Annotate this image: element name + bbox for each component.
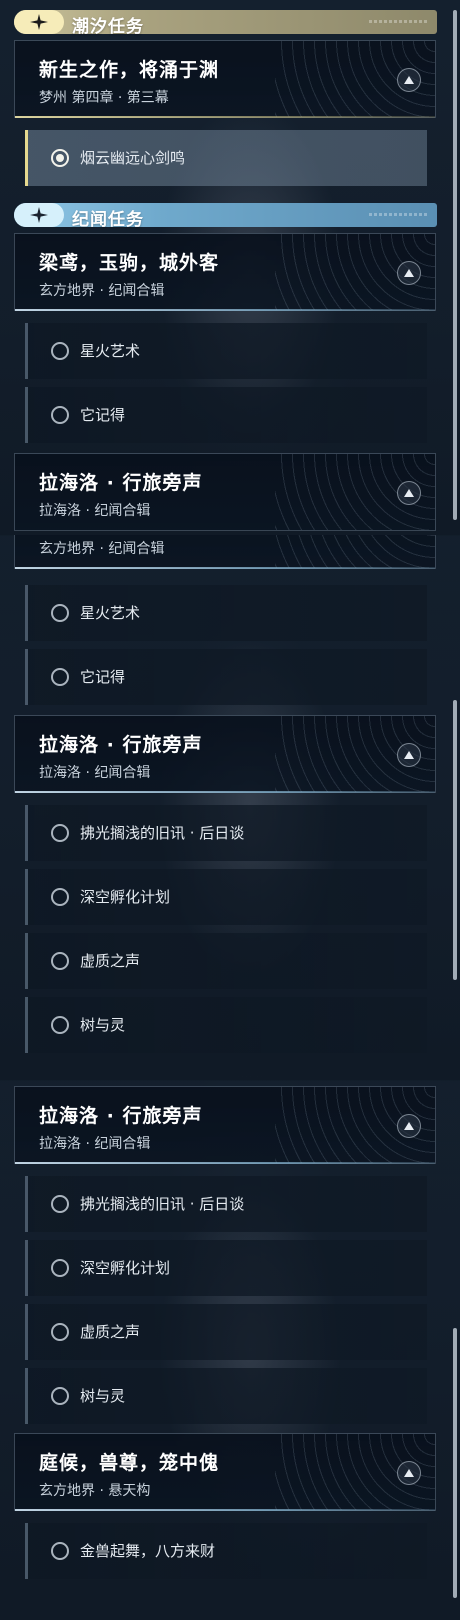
radio-circle-icon: [51, 1542, 69, 1560]
radio-circle-icon: [51, 888, 69, 906]
tide-quest-section-header: 潮汐任务: [14, 10, 437, 37]
sub-quest-label: 拂光搁浅的旧讯 · 后日谈: [80, 1195, 245, 1213]
collapse-button[interactable]: [397, 743, 421, 767]
quest-subtitle: 梦州 第四章 · 第三幕: [39, 90, 169, 106]
sub-quest-label: 树与灵: [80, 1016, 126, 1034]
section-title: 潮汐任务: [72, 17, 144, 37]
quest-title: 梁鸢，玉驹，城外客: [39, 252, 220, 274]
sub-quest-item[interactable]: 深空孵化计划: [25, 869, 427, 925]
quest-title: 拉海洛 · 行旅旁声: [39, 1105, 203, 1127]
sub-quest-item[interactable]: 它记得: [25, 649, 427, 705]
sub-quest-item[interactable]: 金兽起舞，八方来财: [25, 1523, 427, 1579]
quest-list-panel-1: 潮汐任务 新生之作，将涌于渊 梦州 第四章 · 第三幕 烟云幽远心剑鸣 纪闻任务…: [0, 0, 460, 535]
sub-quest-label: 深空孵化计划: [80, 888, 171, 906]
sub-quest-item[interactable]: 星火艺术: [25, 585, 427, 641]
quest-list-panel-3: 拉海洛 · 行旅旁声 拉海洛 · 纪闻合辑 拂光搁浅的旧讯 · 后日谈 深空孵化…: [0, 1080, 460, 1620]
sub-quest-item[interactable]: 虚质之声: [25, 933, 427, 989]
radio-circle-icon: [51, 604, 69, 622]
quest-title: 庭候，兽尊，笼中傀: [39, 1452, 220, 1474]
quest-title: 拉海洛 · 行旅旁声: [39, 472, 203, 494]
sub-quest-label: 星火艺术: [80, 342, 141, 360]
sub-quest-item[interactable]: 深空孵化计划: [25, 1240, 427, 1296]
quest-title: 拉海洛 · 行旅旁声: [39, 734, 203, 756]
radio-circle-icon: [51, 1195, 69, 1213]
quest-subtitle: 玄方地界 · 纪闻合辑: [39, 541, 165, 557]
section-title: 纪闻任务: [72, 210, 144, 230]
sub-quest-item[interactable]: 星火艺术: [25, 323, 427, 379]
sub-quest-label: 星火艺术: [80, 604, 141, 622]
quest-subtitle: 玄方地界 · 纪闻合辑: [39, 283, 165, 299]
collapse-button[interactable]: [397, 68, 421, 92]
quest-title: 新生之作，将涌于渊: [39, 59, 220, 81]
lore-quest-section-header: 纪闻任务: [14, 203, 437, 230]
sub-quest-label: 树与灵: [80, 1387, 126, 1405]
collapse-button[interactable]: [397, 481, 421, 505]
triangle-up-icon: [404, 269, 414, 277]
sub-quest-label: 它记得: [80, 406, 126, 424]
sub-quest-label: 深空孵化计划: [80, 1259, 171, 1277]
radio-selected-icon: [51, 149, 69, 167]
quest-card-lahailuo[interactable]: 拉海洛 · 行旅旁声 拉海洛 · 纪闻合辑: [14, 715, 436, 793]
triangle-up-icon: [404, 1469, 414, 1477]
quest-list-panel-2: 玄方地界 · 纪闻合辑 星火艺术 它记得 拉海洛 · 行旅旁声 拉海洛 · 纪闻…: [0, 535, 460, 1080]
quest-card-tide[interactable]: 新生之作，将涌于渊 梦州 第四章 · 第三幕: [14, 40, 436, 118]
quest-subtitle: 拉海洛 · 纪闻合辑: [39, 503, 151, 519]
quest-card-tinghou[interactable]: 庭候，兽尊，笼中傀 玄方地界 · 悬天构: [14, 1433, 436, 1511]
sub-quest-label: 金兽起舞，八方来财: [80, 1542, 216, 1560]
sub-quest-item[interactable]: 树与灵: [25, 1368, 427, 1424]
collapse-button[interactable]: [397, 261, 421, 285]
radio-circle-icon: [51, 1016, 69, 1034]
sub-quest-label: 虚质之声: [80, 952, 141, 970]
triangle-up-icon: [404, 76, 414, 84]
radio-circle-icon: [51, 952, 69, 970]
sub-quest-item[interactable]: 虚质之声: [25, 1304, 427, 1360]
radio-circle-icon: [51, 342, 69, 360]
scrollbar[interactable]: [453, 700, 457, 980]
quest-subtitle: 拉海洛 · 纪闻合辑: [39, 1136, 151, 1152]
scrollbar[interactable]: [453, 1328, 457, 1598]
sub-quest-label: 拂光搁浅的旧讯 · 后日谈: [80, 824, 245, 842]
radio-circle-icon: [51, 1387, 69, 1405]
collapse-button[interactable]: [397, 1114, 421, 1138]
quest-card-lahailuo[interactable]: 拉海洛 · 行旅旁声 拉海洛 · 纪闻合辑: [14, 1086, 436, 1164]
four-point-star-icon: [14, 10, 64, 34]
quest-card-liangyuan-partial[interactable]: 玄方地界 · 纪闻合辑: [14, 535, 436, 569]
four-point-star-icon: [14, 203, 64, 227]
collapse-button[interactable]: [397, 1461, 421, 1485]
sub-quest-item[interactable]: 拂光搁浅的旧讯 · 后日谈: [25, 805, 427, 861]
scrollbar[interactable]: [453, 10, 457, 520]
sub-quest-label: 烟云幽远心剑鸣: [80, 149, 186, 167]
sub-quest-item[interactable]: 烟云幽远心剑鸣: [25, 130, 427, 186]
triangle-up-icon: [404, 751, 414, 759]
radio-circle-icon: [51, 1323, 69, 1341]
sub-quest-item[interactable]: 树与灵: [25, 997, 427, 1053]
radio-circle-icon: [51, 668, 69, 686]
sub-quest-item[interactable]: 它记得: [25, 387, 427, 443]
sub-quest-item[interactable]: 拂光搁浅的旧讯 · 后日谈: [25, 1176, 427, 1232]
quest-card-lahailuo[interactable]: 拉海洛 · 行旅旁声 拉海洛 · 纪闻合辑: [14, 453, 436, 531]
radio-circle-icon: [51, 824, 69, 842]
triangle-up-icon: [404, 489, 414, 497]
sub-quest-label: 虚质之声: [80, 1323, 141, 1341]
radio-circle-icon: [51, 1259, 69, 1277]
sub-quest-label: 它记得: [80, 668, 126, 686]
quest-card-liangyuan[interactable]: 梁鸢，玉驹，城外客 玄方地界 · 纪闻合辑: [14, 233, 436, 311]
quest-subtitle: 玄方地界 · 悬天构: [39, 1483, 151, 1499]
quest-subtitle: 拉海洛 · 纪闻合辑: [39, 765, 151, 781]
triangle-up-icon: [404, 1122, 414, 1130]
radio-circle-icon: [51, 406, 69, 424]
